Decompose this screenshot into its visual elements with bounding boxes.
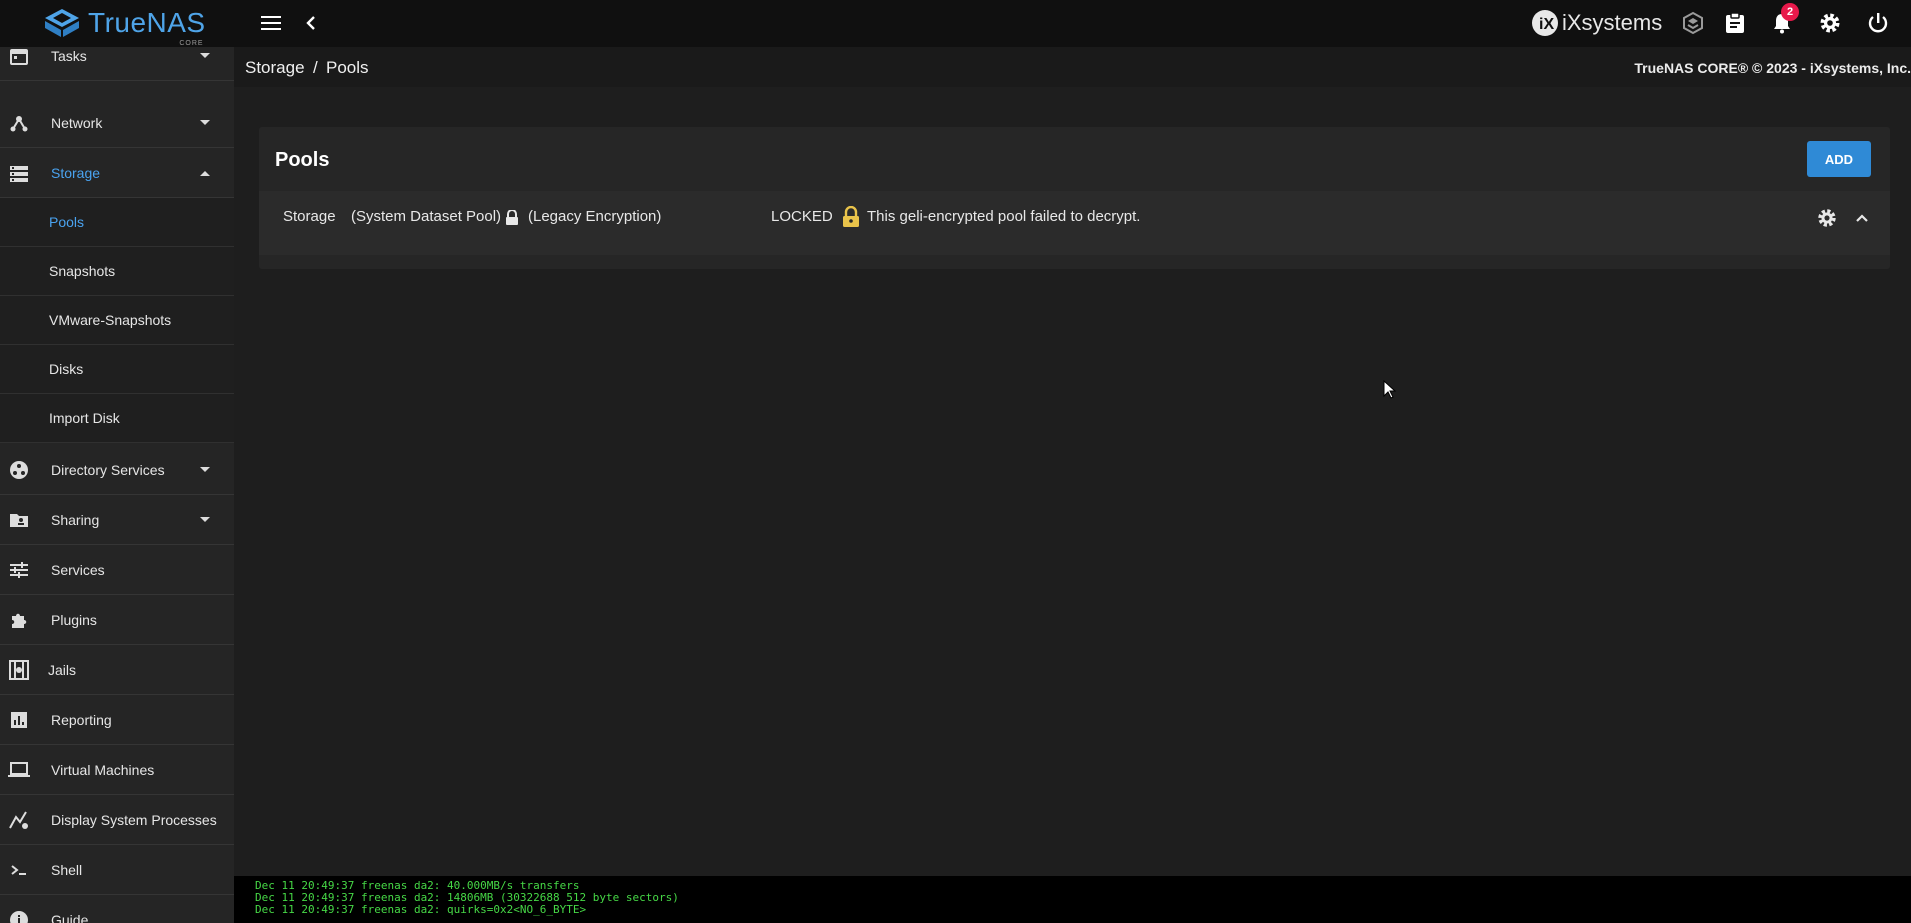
sidebar-subitem-disks[interactable]: Disks [0,345,234,394]
sidebar-item-tasks[interactable]: Tasks [0,47,234,81]
breadcrumb-bar: Storage / Pools TrueNAS CORE® © 2023 - i… [234,47,1911,87]
top-bar: TrueNAS CORE iX iXsystems 2 [0,0,1911,47]
sidebar-subitem-snapshots[interactable]: Snapshots [0,247,234,296]
truenas-logo-icon [45,9,79,37]
sidebar: Tasks Network Storage Pools Snapshots VM… [0,47,234,923]
menu-icon[interactable] [256,8,286,38]
sidebar-item-directory-services[interactable]: Directory Services [0,446,234,495]
sidebar-item-label: Tasks [51,48,87,64]
sidebar-item-reporting[interactable]: Reporting [0,696,234,745]
logo-subtext: CORE [179,40,204,47]
pool-system-tag: (System Dataset Pool) [351,208,502,225]
console-log: Dec 11 20:49:37 freenas da2: 40.000MB/s … [234,876,1911,923]
sidebar-subitem-label: Import Disk [49,410,120,426]
page-title: Pools [275,149,330,171]
truecommand-icon[interactable] [1678,8,1708,38]
pool-settings-gear-icon[interactable] [1814,205,1840,231]
sidebar-item-label: Guide [51,912,89,923]
directory-icon [6,457,32,483]
sidebar-item-label: Sharing [51,512,100,528]
breadcrumb-current: Pools [326,58,369,77]
sidebar-item-label: Directory Services [51,462,165,478]
jail-icon [6,657,32,683]
mouse-cursor [1383,379,1397,405]
chevron-up-icon[interactable] [1849,205,1875,231]
clipboard-icon[interactable] [1720,8,1750,38]
sidebar-item-network[interactable]: Network [0,99,234,148]
sidebar-item-label: Reporting [51,712,112,728]
truenas-logo[interactable]: TrueNAS CORE [44,4,206,47]
breadcrumb-separator: / [313,58,318,77]
sidebar-item-shell[interactable]: Shell [0,846,234,895]
sidebar-subitem-label: Snapshots [49,263,116,279]
notification-badge: 2 [1781,3,1799,21]
pool-row[interactable]: Storage (System Dataset Pool) (Legacy En… [259,191,1890,255]
terminal-icon [6,857,32,883]
laptop-icon [6,757,32,783]
pool-status: LOCKED [771,208,833,225]
network-icon [6,110,32,136]
caret-down-icon [198,49,212,63]
copyright-text: TrueNAS CORE® © 2023 - iXsystems, Inc. [1634,60,1911,76]
gear-icon[interactable] [1815,8,1845,38]
processes-icon [6,807,32,833]
caret-up-icon [198,166,212,180]
sidebar-subitem-pools[interactable]: Pools [0,198,234,247]
ixsystems-logo-icon: iX [1532,10,1558,36]
sidebar-subitem-vmware-snapshots[interactable]: VMware-Snapshots [0,296,234,345]
pool-encryption-type: (Legacy Encryption) [528,208,662,225]
logo-text: TrueNAS [88,7,206,38]
tune-icon [6,557,32,583]
add-pool-button[interactable]: ADD [1807,141,1871,177]
sidebar-subitem-label: VMware-Snapshots [49,312,172,328]
locked-status-icon [841,205,861,233]
caret-down-icon [198,463,212,477]
caret-down-icon [198,513,212,527]
sidebar-subitem-label: Pools [49,214,85,230]
calendar-icon [6,47,32,69]
sidebar-item-guide[interactable]: Guide [0,896,234,923]
folder-share-icon [6,507,32,533]
chart-icon [6,707,32,733]
sidebar-item-virtual-machines[interactable]: Virtual Machines [0,746,234,795]
sidebar-item-plugins[interactable]: Plugins [0,596,234,645]
sidebar-subitem-label: Disks [49,361,84,377]
sidebar-item-sharing[interactable]: Sharing [0,496,234,545]
pool-name: Storage [283,208,336,225]
pool-status-message: This geli-encrypted pool failed to decry… [867,208,1141,225]
info-icon [6,907,32,923]
sidebar-item-label: Plugins [51,612,97,628]
vendor-brand-text: iXsystems [1562,10,1663,35]
sidebar-item-jails[interactable]: Jails [0,646,234,695]
breadcrumb-parent[interactable]: Storage [245,58,305,78]
caret-down-icon [198,116,212,130]
console-line: Dec 11 20:49:37 freenas da2: quirks=0x2<… [255,903,587,916]
chevron-left-icon[interactable] [296,8,326,38]
sidebar-item-label: Network [51,115,103,131]
storage-icon [6,160,32,186]
sidebar-item-display-system-processes[interactable]: Display System Processes [0,796,234,845]
sidebar-item-label: Display System Processes [51,812,217,828]
puzzle-icon [6,607,32,633]
lock-icon [505,209,519,231]
sidebar-item-label: Virtual Machines [51,762,155,778]
sidebar-subitem-import-disk[interactable]: Import Disk [0,394,234,443]
sidebar-item-services[interactable]: Services [0,546,234,595]
sidebar-item-label: Shell [51,862,83,878]
sidebar-item-label: Storage [51,165,101,181]
sidebar-item-storage[interactable]: Storage [0,149,234,198]
ixsystems-brand[interactable]: iX iXsystems [1530,9,1662,37]
sidebar-item-label: Jails [48,662,77,678]
sidebar-item-label: Services [51,562,105,578]
svg-text:iX: iX [1539,16,1554,33]
bell-icon[interactable]: 2 [1767,3,1799,38]
pools-card: Pools ADD Storage (System Dataset Pool) … [259,127,1890,269]
power-icon[interactable] [1863,8,1893,38]
